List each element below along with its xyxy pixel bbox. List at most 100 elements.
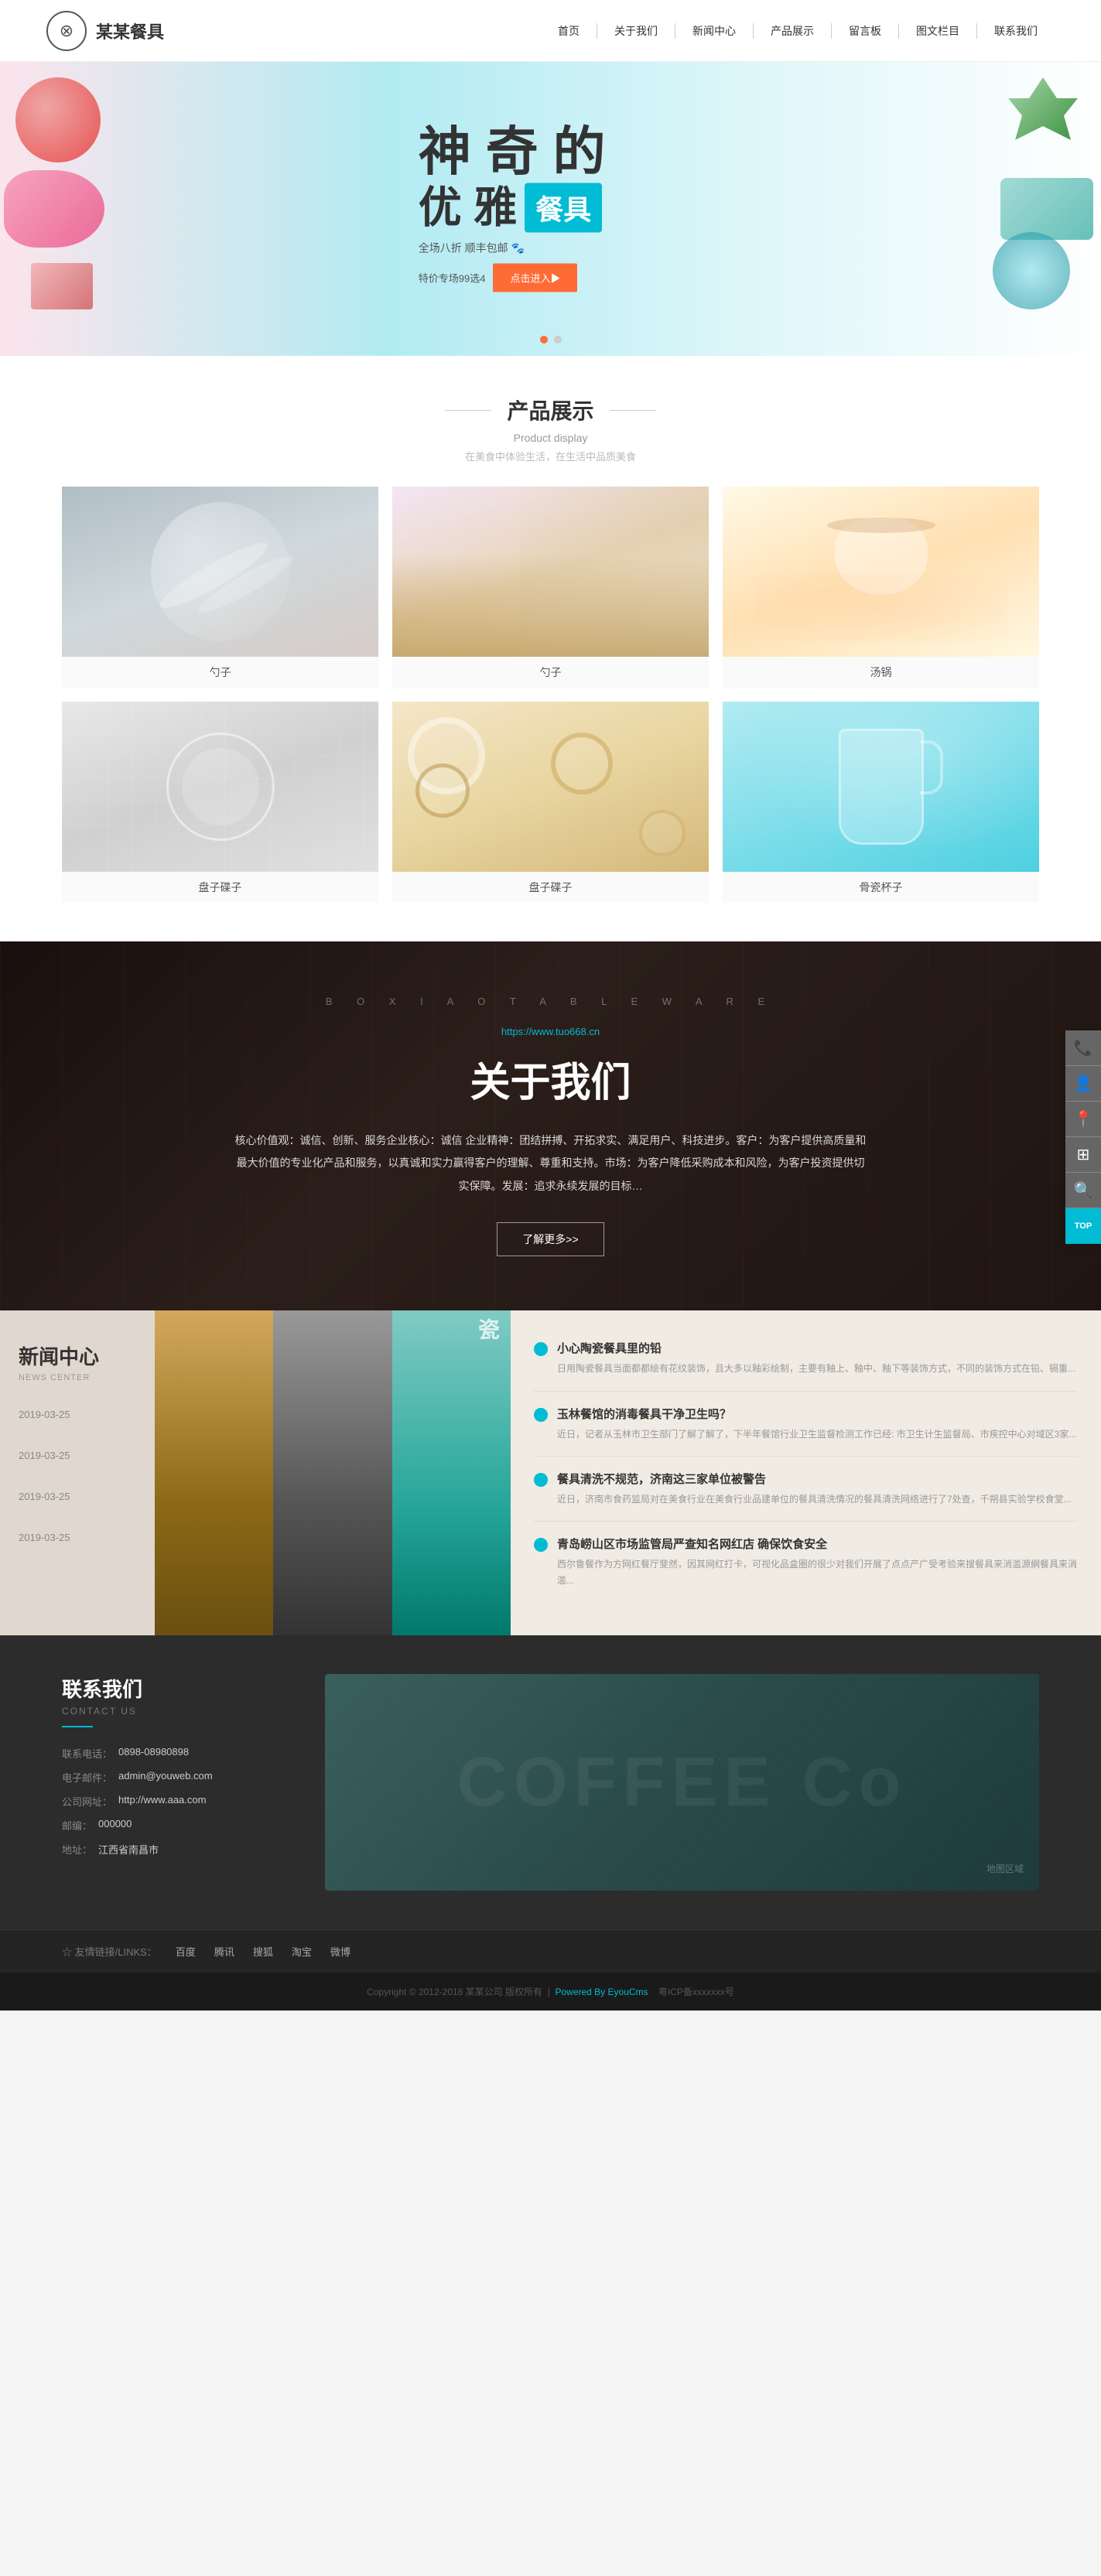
contact-divider: [62, 1726, 93, 1727]
product-card-3[interactable]: 汤锅: [723, 487, 1039, 688]
news-date-1: 2019-03-25: [19, 1409, 136, 1420]
logo-icon: ⊗: [46, 11, 87, 51]
news-item-2-desc: 近日，记者从玉林市卫生部门了解了解了，下半年餐馆行业卫生监督检测工作已经: 市卫…: [557, 1426, 1076, 1442]
news-item-4[interactable]: 青岛崂山区市场监管局严查知名网红店 确保饮食安全 西尔鲁餐作为方网红餐厅斐然，因…: [534, 1522, 1078, 1602]
news-item-1[interactable]: 小心陶瓷餐具里的铅 日用陶瓷餐具当面都都绘有花纹装饰，且大多以釉彩绘制，主要有釉…: [534, 1326, 1078, 1391]
contact-section: 联系我们 CONTACT US 联系电话： 0898-08980898 电子邮件…: [0, 1635, 1101, 1929]
contact-details: 联系电话： 0898-08980898 电子邮件： admin@youweb.c…: [62, 1746, 279, 1857]
hero-banner: 神 奇 的 优 雅 餐具 全场八折 顺丰包邮 🐾 特价专场99选4 点击进入▶: [0, 62, 1101, 356]
contact-website: 公司网址： http://www.aaa.com: [62, 1794, 279, 1809]
news-dot-4: [534, 1538, 548, 1552]
product-subtitle: 在美食中体验生活，在生活中品质美食: [62, 449, 1039, 463]
product-card-1[interactable]: 勺子: [62, 487, 378, 688]
product-label-1: 勺子: [62, 657, 378, 688]
product-card-4[interactable]: 盘子碟子: [62, 702, 378, 903]
contact-email: 电子邮件： admin@youweb.com: [62, 1770, 279, 1785]
news-item-3-desc: 近日，济南市食药监局对在美食行业在美食行业品建单位的餐具清洗情况的餐具清洗网络进…: [557, 1491, 1072, 1507]
product-label-5: 盘子碟子: [392, 872, 709, 903]
news-item-4-title: 青岛崂山区市场监管局严查知名网红店 确保饮食安全: [557, 1536, 1078, 1552]
news-item-1-title: 小心陶瓷餐具里的铅: [557, 1340, 1075, 1356]
about-url: https://www.tuo668.cn: [501, 1026, 600, 1037]
news-date-2: 2019-03-25: [19, 1450, 136, 1461]
links-item-taobao[interactable]: 淘宝: [292, 1944, 312, 1959]
links-row: ☆ 友情链接/LINKS： 百度 腾讯 搜狐 淘宝 微博: [62, 1944, 1039, 1959]
header: ⊗ 某某餐具 首页 关于我们 新闻中心 产品展示 留言板 图文栏目 联系我们: [0, 0, 1101, 62]
product-label-6: 骨瓷杯子: [723, 872, 1039, 903]
links-item-weibo[interactable]: 微博: [330, 1944, 350, 1959]
product-label-4: 盘子碟子: [62, 872, 378, 903]
contact-map-area: COFFEE Co 地图区域: [325, 1674, 1039, 1891]
news-items-list: 小心陶瓷餐具里的铅 日用陶瓷餐具当面都都绘有花纹装饰，且大多以釉彩绘制，主要有釉…: [511, 1310, 1101, 1635]
sidebar-phone-button[interactable]: 📞: [1065, 1030, 1101, 1066]
news-title-cn: 新闻中心: [19, 1341, 136, 1370]
sidebar-float: 📞 👤 📍 ⊞ 🔍 TOP: [1065, 1030, 1101, 1244]
news-date-3: 2019-03-25: [19, 1491, 136, 1502]
product-label-3: 汤锅: [723, 657, 1039, 688]
nav-item-news[interactable]: 新闻中心: [675, 23, 754, 39]
news-image-1: [155, 1310, 273, 1635]
product-label-2: 勺子: [392, 657, 709, 688]
links-label: ☆ 友情链接/LINKS：: [62, 1944, 157, 1959]
nav-item-articles[interactable]: 图文栏目: [899, 23, 977, 39]
news-dot-2: [534, 1408, 548, 1422]
contact-title-cn: 联系我们: [62, 1674, 279, 1703]
main-nav: 首页 关于我们 新闻中心 产品展示 留言板 图文栏目 联系我们: [541, 23, 1055, 39]
footer-copyright: Copyright © 2012-2018 某某公司 版权所有: [367, 1987, 542, 1997]
news-dates-list: 2019-03-25 2019-03-25 2019-03-25 2019-03…: [19, 1409, 136, 1543]
hero-dot-1[interactable]: [540, 336, 548, 343]
logo-area: ⊗ 某某餐具: [46, 11, 164, 51]
hero-title-elegant: 优 雅: [419, 186, 518, 230]
logo-text: 某某餐具: [96, 19, 164, 43]
nav-item-contact[interactable]: 联系我们: [977, 23, 1055, 39]
contact-phone: 联系电话： 0898-08980898: [62, 1746, 279, 1761]
product-card-6[interactable]: 骨瓷杯子: [723, 702, 1039, 903]
footer-powered-by[interactable]: Powered By EyouCms: [555, 1987, 648, 1997]
news-item-3-title: 餐具清洗不规范，济南这三家单位被警告: [557, 1471, 1072, 1487]
product-card-5[interactable]: 盘子碟子: [392, 702, 709, 903]
product-card-2[interactable]: 勺子: [392, 487, 709, 688]
news-section: 新闻中心 NEWS CENTER 2019-03-25 2019-03-25 2…: [0, 1310, 1101, 1635]
sidebar-user-button[interactable]: 👤: [1065, 1066, 1101, 1102]
hero-dots: [540, 336, 562, 343]
hero-free-ship: 全场八折 顺丰包邮 🐾: [419, 241, 606, 256]
nav-item-about[interactable]: 关于我们: [597, 23, 675, 39]
product-grid: 勺子 勺子 汤锅 盘子碟子: [62, 487, 1039, 903]
footer-icp: 粤ICP备xxxxxxx号: [658, 1987, 734, 1997]
news-item-2[interactable]: 玉林餐馆的消毒餐具干净卫生吗？ 近日，记者从玉林市卫生部门了解了解了，下半年餐馆…: [534, 1392, 1078, 1457]
contact-zip: 邮编： 000000: [62, 1818, 279, 1833]
news-image-3: 瓷: [392, 1310, 511, 1635]
product-title-cn: 产品展示: [507, 395, 593, 425]
sidebar-top-button[interactable]: TOP: [1065, 1208, 1101, 1244]
nav-item-guestbook[interactable]: 留言板: [832, 23, 899, 39]
product-section: 产品展示 Product display 在美食中体验生活，在生活中品质美食 勺…: [0, 356, 1101, 941]
hero-decor-right: [900, 62, 1101, 356]
sidebar-location-button[interactable]: 📍: [1065, 1102, 1101, 1137]
about-section: B O X I A O T A B L E W A R E https://ww…: [0, 941, 1101, 1310]
news-item-1-desc: 日用陶瓷餐具当面都都绘有花纹装饰，且大多以釉彩绘制，主要有釉上、釉中、釉下等装饰…: [557, 1361, 1075, 1376]
hero-decor-left: [0, 62, 217, 356]
news-dot-3: [534, 1473, 548, 1487]
nav-item-products[interactable]: 产品展示: [754, 23, 832, 39]
hero-title-main: 神 奇 的: [419, 126, 606, 179]
news-date-4: 2019-03-25: [19, 1532, 136, 1543]
hero-promo-text: 特价专场99选4: [419, 271, 486, 285]
sidebar-grid-button[interactable]: ⊞: [1065, 1137, 1101, 1173]
hero-center-text: 神 奇 的 优 雅 餐具 全场八折 顺丰包邮 🐾 特价专场99选4 点击进入▶: [419, 126, 606, 292]
links-item-sohu[interactable]: 搜狐: [253, 1944, 273, 1959]
contact-title-en: CONTACT US: [62, 1706, 279, 1717]
news-left-panel: 新闻中心 NEWS CENTER 2019-03-25 2019-03-25 2…: [0, 1310, 155, 1635]
news-item-2-title: 玉林餐馆的消毒餐具干净卫生吗？: [557, 1406, 1076, 1422]
about-letters: B O X I A O T A B L E W A R E: [326, 996, 775, 1007]
links-item-baidu[interactable]: 百度: [176, 1944, 196, 1959]
product-title-en: Product display: [62, 432, 1039, 444]
links-item-tencent[interactable]: 腾讯: [214, 1944, 234, 1959]
about-desc: 核心价值观：诚信、创新、服务企业核心：诚信 企业精神：团结拼搏、开拓求实、满足用…: [234, 1129, 868, 1197]
nav-item-home[interactable]: 首页: [541, 23, 597, 39]
news-item-3[interactable]: 餐具清洗不规范，济南这三家单位被警告 近日，济南市食药监局对在美食行业在美食行业…: [534, 1457, 1078, 1522]
sidebar-search-button[interactable]: 🔍: [1065, 1173, 1101, 1208]
hero-cta-button[interactable]: 点击进入▶: [493, 264, 577, 292]
about-learn-more-button[interactable]: 了解更多>>: [497, 1222, 603, 1256]
contact-info-block: 联系我们 CONTACT US 联系电话： 0898-08980898 电子邮件…: [62, 1674, 279, 1857]
hero-dot-2[interactable]: [554, 336, 562, 343]
news-images-row: 瓷: [155, 1310, 511, 1635]
